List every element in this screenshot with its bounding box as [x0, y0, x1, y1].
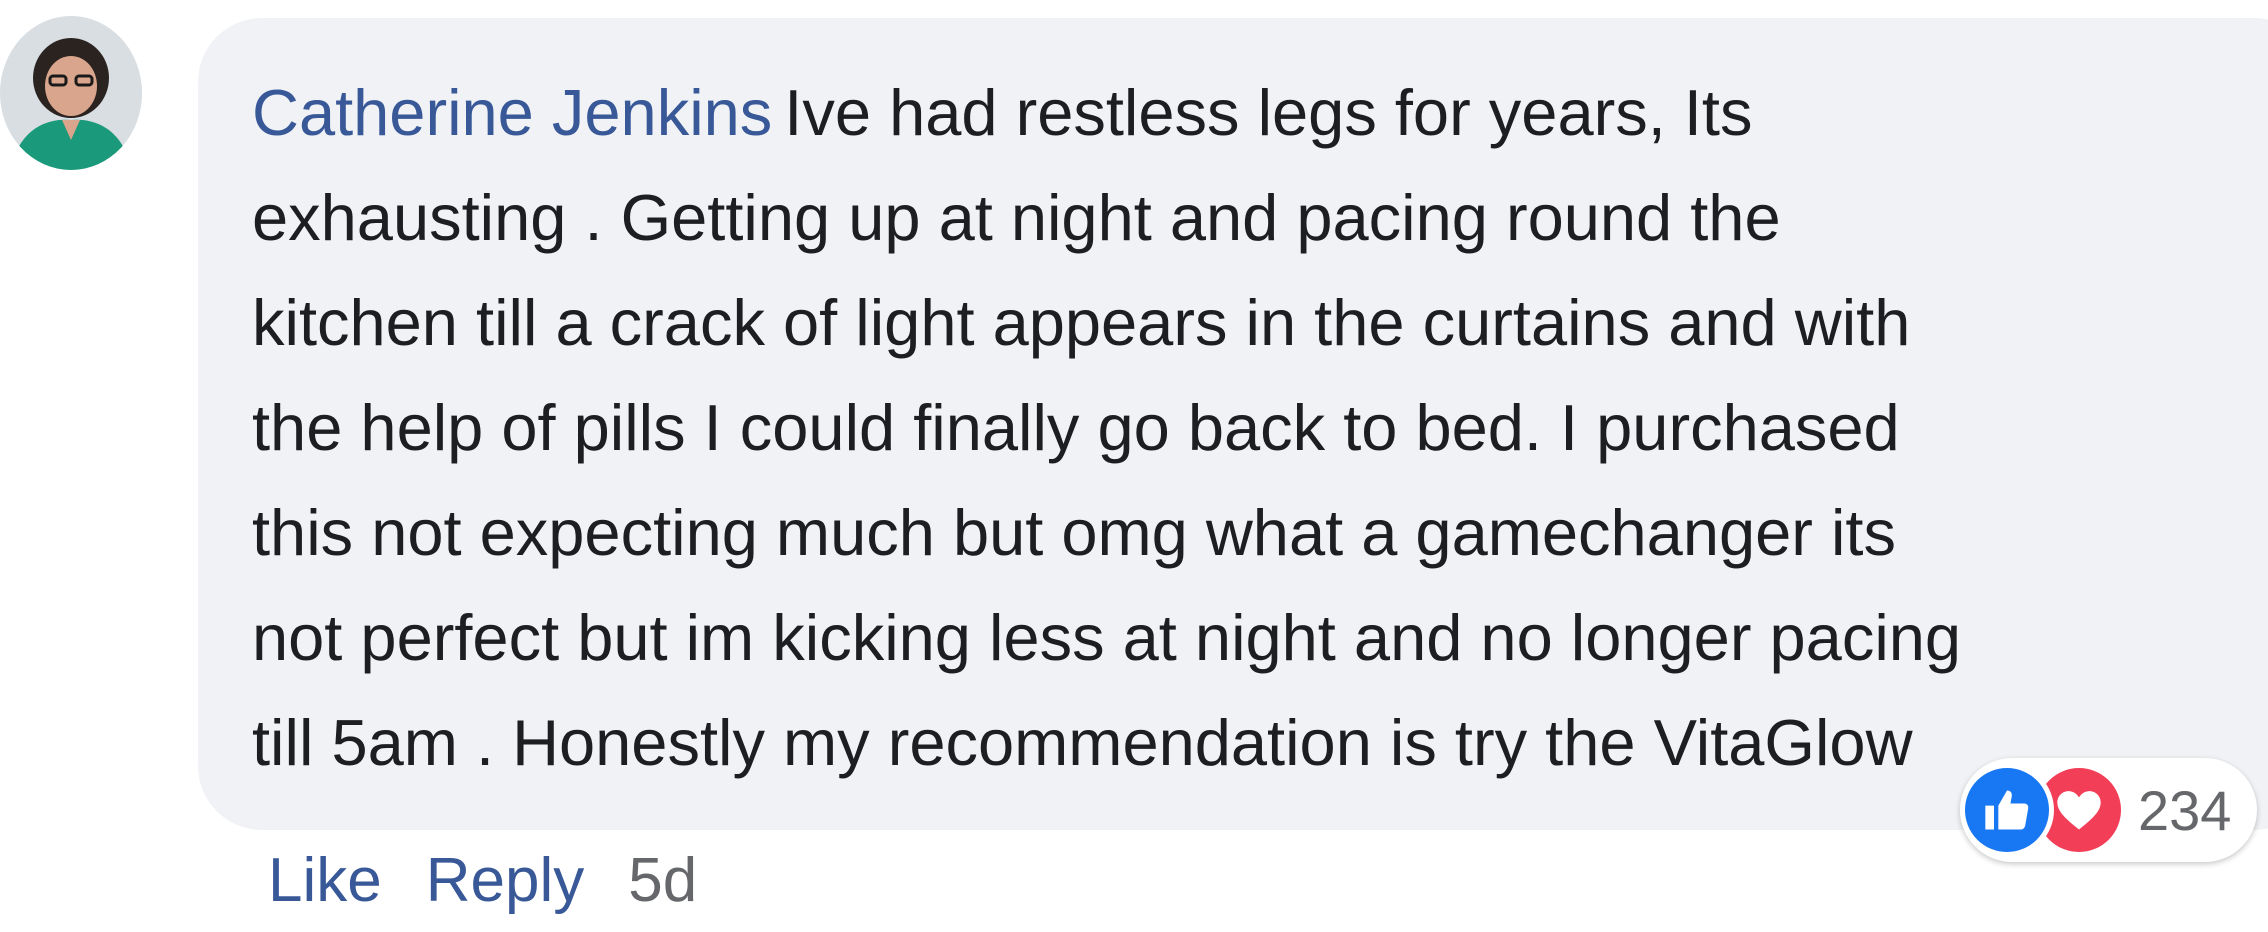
- comment-body: Catherine Jenkins Ive had restless legs f…: [252, 60, 2242, 782]
- reply-button[interactable]: Reply: [426, 845, 585, 916]
- comment-line: this not expecting much but omg what a g…: [252, 496, 1896, 569]
- comment-text-segment: Ive had restless legs for years, Its: [784, 76, 1753, 149]
- author-name-link[interactable]: Catherine Jenkins: [252, 76, 772, 149]
- avatar[interactable]: [0, 16, 142, 170]
- comment-thread: Catherine Jenkins Ive had restless legs f…: [0, 0, 2268, 932]
- comment-line: kitchen till a crack of light appears in…: [252, 286, 1911, 359]
- comment-line: Catherine Jenkins Ive had restless legs f…: [252, 60, 2242, 165]
- profile-photo-icon: [0, 16, 142, 170]
- comment-line: not perfect but im kicking less at night…: [252, 601, 1962, 674]
- comment-line: exhausting . Getting up at night and pac…: [252, 181, 1781, 254]
- comment-actions: Like Reply 5d: [268, 845, 697, 916]
- reactions-summary[interactable]: 234: [1960, 758, 2258, 862]
- timestamp-link[interactable]: 5d: [628, 845, 697, 916]
- thumbs-up-icon: [1960, 763, 2054, 857]
- reaction-count: 234: [2138, 778, 2232, 842]
- comment-line: the help of pills I could finally go bac…: [252, 391, 1900, 464]
- like-button[interactable]: Like: [268, 845, 382, 916]
- comment-line: till 5am . Honestly my recommendation is…: [252, 706, 1913, 779]
